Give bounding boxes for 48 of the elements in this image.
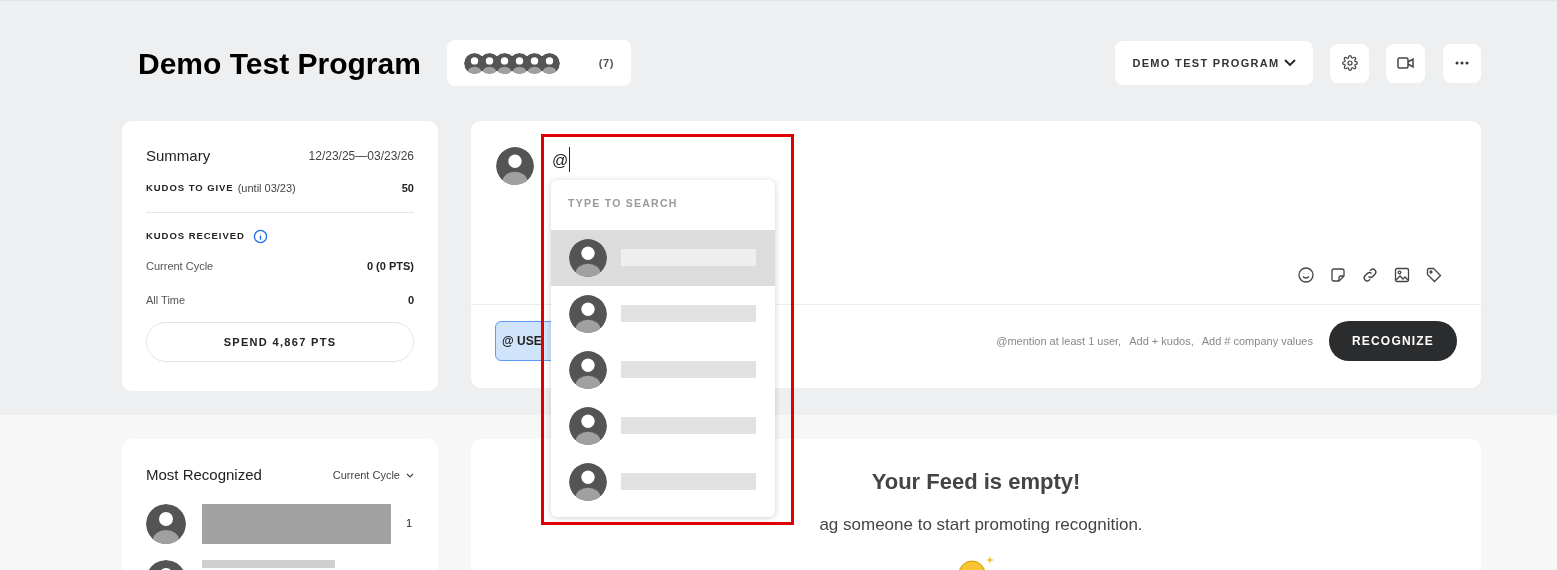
avatar-icon (496, 147, 534, 185)
chevron-down-icon (406, 472, 414, 478)
feed-empty-title: Your Feed is empty! (871, 468, 1081, 496)
message-input[interactable]: @ (552, 147, 571, 172)
mention-option[interactable] (551, 285, 775, 342)
member-count: (7) (598, 55, 614, 71)
most-recognized-title: Most Recognized (146, 465, 262, 485)
emoji-icon[interactable] (1297, 266, 1315, 284)
kudos-to-give-label: KUDOS TO GIVE (146, 180, 234, 195)
hint-text: @mention at least 1 user, (996, 333, 1122, 349)
video-button[interactable] (1386, 43, 1425, 83)
sticker-icon[interactable] (1329, 266, 1347, 284)
mention-option[interactable] (551, 229, 775, 286)
members-pill[interactable]: (7) (446, 40, 631, 86)
avatar-icon (569, 462, 607, 501)
kudos-received-label: KUDOS RECEIVED (146, 229, 245, 244)
avatar-icon (146, 503, 186, 544)
summary-title: Summary (146, 146, 211, 166)
stat-value: 0 (407, 292, 414, 308)
date-range: 12/23/25—03/23/26 (308, 148, 414, 166)
chevron-down-icon (1283, 59, 1296, 67)
page-title: Demo Test Program (138, 45, 421, 82)
link-icon[interactable] (1361, 266, 1379, 284)
avatar-icon (569, 294, 607, 333)
avatar-icon (569, 238, 607, 277)
tag-icon[interactable] (1425, 266, 1443, 284)
settings-button[interactable] (1330, 43, 1369, 83)
avatar-icon (569, 350, 607, 389)
kudos-to-give-note: (until 03/23) (237, 180, 296, 196)
recognize-button[interactable]: RECOGNIZE (1329, 321, 1457, 361)
feed-empty-message: ag someone to start promoting recognition. (818, 514, 1143, 536)
stat-label: Current Cycle (146, 259, 214, 274)
avatar-icon (569, 406, 607, 445)
program-dropdown[interactable]: DEMO TEST PROGRAM (1115, 41, 1313, 85)
emoji-drawing (956, 555, 996, 570)
dropdown-heading: TYPE TO SEARCH (567, 196, 679, 211)
hint-text: Add + kudos, (1129, 333, 1194, 349)
stat-label: All Time (146, 292, 186, 308)
more-icon (1455, 61, 1469, 65)
recognition-count: 1 (405, 516, 412, 532)
info-icon[interactable] (252, 229, 268, 244)
kudos-to-give-value: 50 (401, 180, 414, 196)
image-icon[interactable] (1393, 266, 1411, 284)
gear-icon (1341, 55, 1358, 71)
hint-text: Add # company values (1201, 333, 1313, 349)
video-camera-icon (1397, 57, 1414, 69)
stat-value: 0 (0 PTS) (366, 259, 414, 274)
cycle-dropdown[interactable]: Current Cycle (332, 467, 414, 484)
